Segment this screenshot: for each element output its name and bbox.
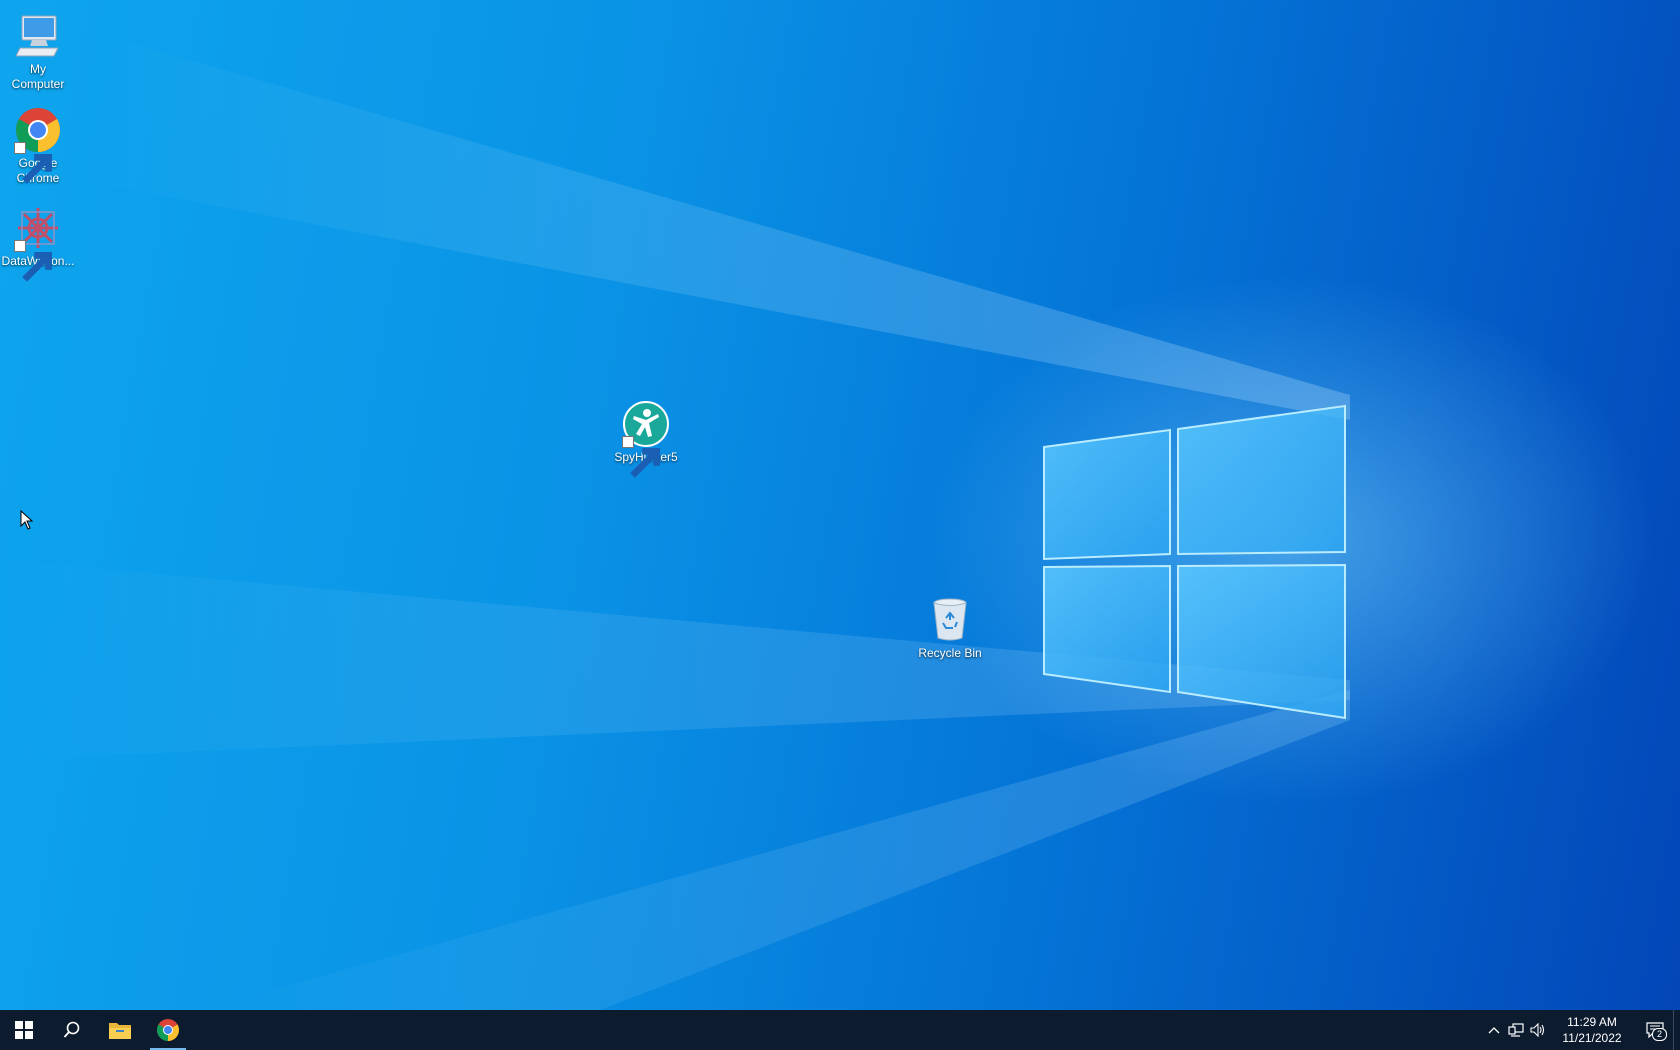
spyhunter-icon [622, 400, 670, 478]
chrome-icon [14, 106, 62, 184]
clock-date: 11/21/2022 [1562, 1031, 1622, 1045]
wallpaper-light-beams [0, 40, 1350, 1010]
desktop[interactable]: My Computer Google Chrome DataWagon... S… [0, 0, 1680, 1010]
computer-icon [14, 12, 62, 60]
search-icon [63, 1021, 80, 1038]
show-hidden-icons-button[interactable] [1483, 1010, 1505, 1050]
clock[interactable]: 11:29 AM 11/21/2022 [1553, 1014, 1631, 1046]
shortcut-arrow-icon [622, 436, 660, 478]
wallpaper-windows-logo [1043, 404, 1346, 720]
start-button[interactable] [0, 1010, 48, 1050]
system-tray: 11:29 AM 11/21/2022 2 [1483, 1010, 1680, 1050]
chrome-icon [157, 1019, 179, 1041]
desktop-icon-label: My Computer [11, 62, 65, 91]
notification-count-badge: 2 [1652, 1028, 1667, 1041]
folder-icon [109, 1023, 131, 1039]
datawagon-icon [14, 204, 62, 282]
chevron-up-icon [1488, 1027, 1500, 1034]
shortcut-arrow-icon [14, 142, 52, 184]
desktop-icon-google-chrome[interactable]: Google Chrome [0, 106, 76, 186]
desktop-icon-spyhunter[interactable]: SpyHunter5 [608, 400, 684, 478]
desktop-icon-label: Recycle Bin [918, 646, 982, 660]
volume-button[interactable] [1527, 1010, 1549, 1050]
network-icon [1508, 1023, 1524, 1037]
volume-icon [1530, 1023, 1545, 1037]
recycle-bin-icon [926, 596, 974, 644]
action-center-button[interactable]: 2 [1637, 1010, 1673, 1050]
desktop-icon-my-computer[interactable]: My Computer [0, 12, 76, 92]
search-button[interactable] [48, 1010, 96, 1050]
taskbar: 11:29 AM 11/21/2022 2 [0, 1010, 1680, 1050]
chrome-taskbar-button[interactable] [144, 1010, 192, 1050]
show-desktop-button[interactable] [1673, 1010, 1680, 1050]
windows-logo-icon [15, 1021, 33, 1039]
shortcut-arrow-icon [14, 240, 52, 282]
mouse-cursor-icon [20, 510, 34, 530]
network-button[interactable] [1505, 1010, 1527, 1050]
desktop-icon-datawagon[interactable]: DataWagon... [0, 204, 76, 282]
file-explorer-button[interactable] [96, 1010, 144, 1050]
desktop-icon-recycle-bin[interactable]: Recycle Bin [912, 596, 988, 661]
clock-time: 11:29 AM [1567, 1015, 1617, 1029]
